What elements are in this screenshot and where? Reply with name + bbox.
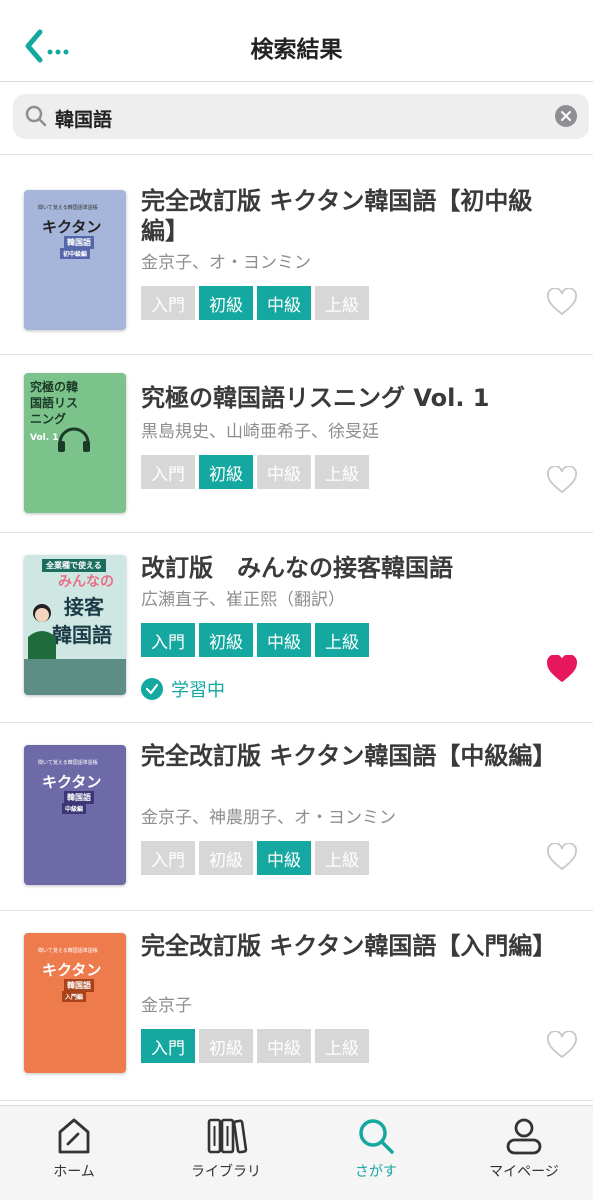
user-icon [506,1118,542,1155]
tab-search[interactable]: さがす [302,1106,450,1201]
cover-top-text: 聞いて覚える韓国語単語帳 [38,205,98,211]
book-title: 完全改訂版 キクタン韓国語【中級編】 [141,742,557,770]
tag-intermediate: 中級 [257,286,311,320]
tag-beginner: 初級 [199,841,253,875]
book-cover: 究極の韓国語リスニング Vol. 1 [24,373,126,513]
level-tags: 入門 初級 中級 上級 [141,286,369,320]
book-cover: 聞いて覚える韓国語単語帳 キクタン 韓国語 入門編 [24,933,126,1073]
book-author: 黒島規史、山崎亜希子、徐旻廷 [141,422,379,442]
tab-mypage[interactable]: マイページ [450,1106,593,1201]
book-list-item[interactable]: 聞いて覚える韓国語単語帳 キクタン 韓国語 初中級編 完全改訂版 キクタン韓国語… [0,170,593,355]
book-author: 金京子、オ・ヨンミン [141,253,311,273]
book-title: 改訂版 みんなの接客韓国語 [141,554,453,582]
favorite-heart-icon[interactable] [547,843,577,871]
divider [0,154,593,155]
tab-label: さがす [355,1164,397,1180]
tag-intermediate: 中級 [257,623,311,657]
tab-label: ホーム [53,1164,95,1180]
book-list-item[interactable]: 聞いて覚える韓国語単語帳 キクタン 韓国語 中級編 完全改訂版 キクタン韓国語【… [0,723,593,911]
tab-library[interactable]: ライブラリ [152,1106,300,1201]
book-list-item[interactable]: 究極の韓国語リスニング Vol. 1 究極の韓国語リスニング Vol. 1 黒島… [0,355,593,533]
book-title: 究極の韓国語リスニング Vol. 1 [141,384,490,412]
headphones-icon [58,427,90,452]
tag-advanced: 上級 [315,1029,369,1063]
page-title: 検索結果 [250,37,343,63]
studying-status: 学習中 [141,676,225,702]
book-title: 完全改訂版 キクタン韓国語【入門編】 [141,932,557,960]
tag-beginner: 初級 [199,286,253,320]
cover-footer-band [24,659,126,695]
tag-intermediate: 中級 [257,455,311,489]
cover-badge: 中級編 [62,803,87,814]
book-list-item[interactable]: 全業種で使える みんなの 接客 韓国語 改訂版 みんなの接客韓国語 広瀬直子、崔… [0,533,593,723]
book-cover: 聞いて覚える韓国語単語帳 キクタン 韓国語 初中級編 [24,190,126,330]
search-icon [25,105,47,127]
library-books-icon [207,1118,248,1154]
favorite-heart-icon[interactable] [547,655,577,683]
tag-intro: 入門 [141,286,195,320]
favorite-heart-icon[interactable] [547,466,577,494]
tab-label: ライブラリ [191,1164,261,1180]
cover-big-text: 接客 [64,595,104,619]
tag-beginner: 初級 [199,623,253,657]
bottom-tab-bar: ホーム ライブラリ さがす マイページ [0,1105,593,1200]
cover-title: キクタン [42,961,102,979]
cover-top-text: 聞いて覚える韓国語単語帳 [38,948,98,954]
close-icon [561,111,571,121]
favorite-heart-icon[interactable] [547,288,577,316]
tag-beginner: 初級 [199,455,253,489]
clear-search-button[interactable] [555,105,577,127]
search-icon [359,1119,394,1154]
tag-intro: 入門 [141,841,195,875]
cover-badge: 初中級編 [60,248,91,259]
search-query[interactable]: 韓国語 [55,105,112,132]
book-list-item[interactable]: 聞いて覚える韓国語単語帳 キクタン 韓国語 入門編 完全改訂版 キクタン韓国語【… [0,911,593,1101]
tag-intro: 入門 [141,455,195,489]
check-circle-icon [141,678,163,700]
tag-intermediate: 中級 [257,841,311,875]
tag-beginner: 初級 [199,1029,253,1063]
book-author: 広瀬直子、崔正熙（翻訳） [141,590,345,610]
cover-top-text: 聞いて覚える韓国語単語帳 [38,760,98,766]
level-tags: 入門 初級 中級 上級 [141,455,369,489]
level-tags: 入門 初級 中級 上級 [141,623,369,657]
book-title: 完全改訂版 キクタン韓国語【初中級編】 [141,187,533,245]
tag-advanced: 上級 [315,623,369,657]
cover-title: キクタン [42,773,102,791]
book-author: 金京子 [141,996,192,1016]
header-bar: 検索結果 [0,0,593,82]
tag-advanced: 上級 [315,286,369,320]
search-input[interactable]: 韓国語 [13,94,589,139]
search-section: 韓国語 [0,82,593,154]
tag-intermediate: 中級 [257,1029,311,1063]
tab-label: マイページ [489,1164,559,1180]
book-cover: 全業種で使える みんなの 接客 韓国語 [24,555,126,695]
home-icon [58,1118,90,1154]
book-author: 金京子、神農朋子、オ・ヨンミン [141,808,396,828]
tag-intro: 入門 [141,623,195,657]
tag-intro: 入門 [141,1029,195,1063]
cover-title: キクタン [42,218,102,236]
cover-badge: 入門編 [62,991,87,1002]
tag-advanced: 上級 [315,841,369,875]
cover-title: みんなの [58,574,114,590]
tag-advanced: 上級 [315,455,369,489]
level-tags: 入門 初級 中級 上級 [141,841,369,875]
favorite-heart-icon[interactable] [547,1031,577,1059]
level-tags: 入門 初級 中級 上級 [141,1029,369,1063]
tab-home[interactable]: ホーム [0,1106,148,1201]
book-cover: 聞いて覚える韓国語単語帳 キクタン 韓国語 中級編 [24,745,126,885]
status-label: 学習中 [171,680,225,701]
